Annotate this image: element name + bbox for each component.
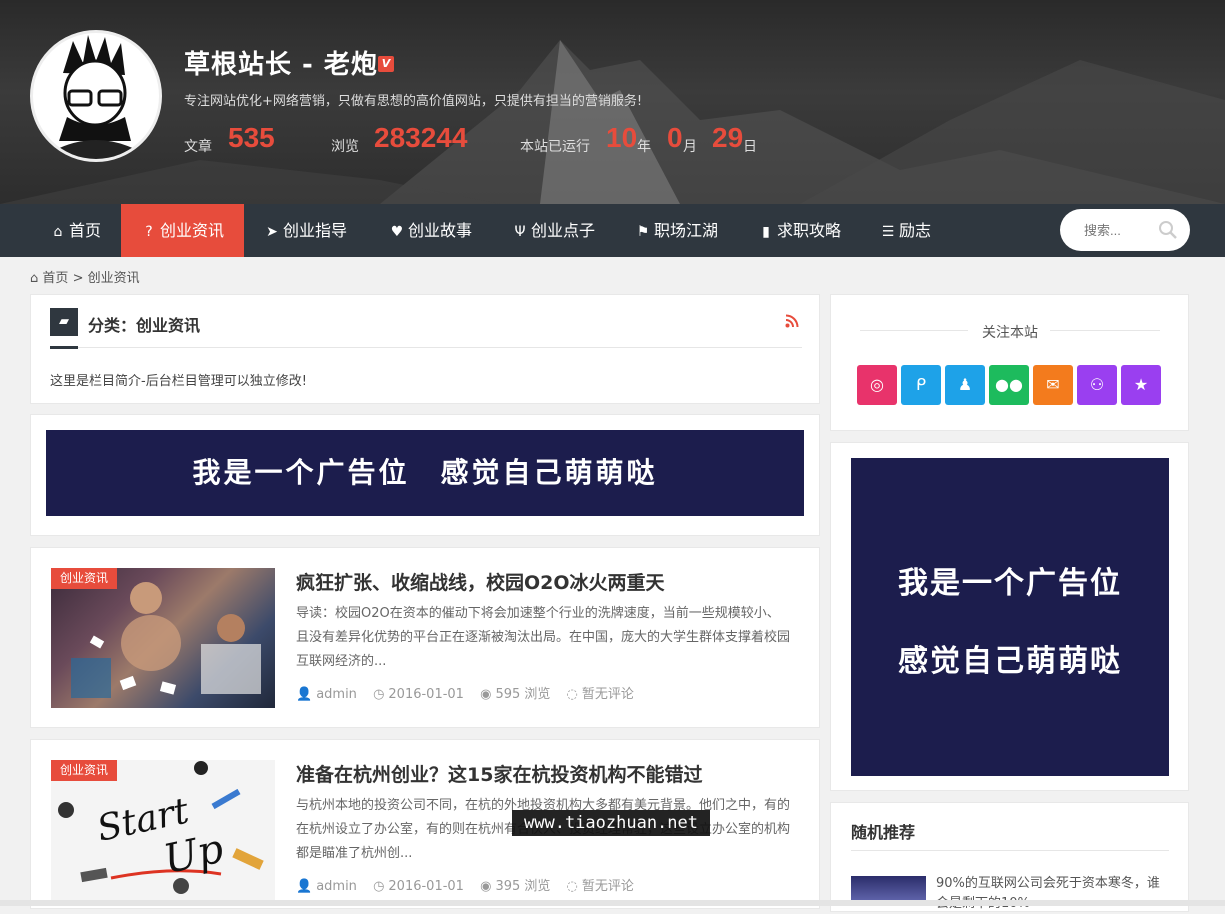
divider <box>851 850 1169 851</box>
clock-icon: ◷ <box>373 879 385 894</box>
category-description: 这里是栏目简介-后台栏目管理可以独立修改! <box>50 374 307 389</box>
file-icon: ▮ <box>762 224 770 240</box>
watermark: www.tiaozhuan.net <box>512 810 710 836</box>
nav-startup-news[interactable]: ? 创业资讯 <box>121 204 244 257</box>
site-header: 草根站长 - 老炮 V 专注网站优化+网络营销，只做有思想的高价值网站，只提供有… <box>0 0 1225 204</box>
post-meta: 👤 admin ◷ 2016-01-01 ◉ 395 浏览 ◌ 暂无评论 <box>296 875 646 894</box>
rss-icon[interactable] <box>785 314 799 328</box>
wechat-icon[interactable]: ●● <box>989 365 1029 405</box>
question-circle-icon: ? <box>145 224 153 240</box>
cutlery-icon: Ψ <box>514 224 526 240</box>
clock-icon: ◷ <box>373 687 385 702</box>
breadcrumb-current[interactable]: 创业资讯 <box>88 271 140 286</box>
eye-icon: ◉ <box>480 879 492 894</box>
home-icon: ⌂ <box>53 224 63 240</box>
uptime-label: 本站已运行 <box>520 139 590 155</box>
post-thumbnail[interactable]: Start Up 创业资讯 <box>51 760 275 900</box>
post-category-tag[interactable]: 创业资讯 <box>51 760 118 781</box>
comment-icon: ◌ <box>566 879 578 894</box>
nav-inspiration[interactable]: ☰ 励志 <box>860 204 951 257</box>
post-author[interactable]: admin <box>316 687 357 702</box>
email-icon[interactable]: ✉ <box>1033 365 1073 405</box>
post-title[interactable]: 疯狂扩张、收缩战线，校园O2O冰火两重天 <box>296 568 665 595</box>
follow-title: 关注本站 <box>982 325 1038 341</box>
side-ad-line-1: 我是一个广告位 <box>898 566 1122 601</box>
user-icon: 👤 <box>296 687 313 702</box>
group-icon[interactable]: ⚇ <box>1077 365 1117 405</box>
post-views: 595 浏览 <box>495 687 551 702</box>
follow-widget <box>830 294 1189 431</box>
articles-label: 文章 <box>184 139 212 155</box>
category-underline <box>50 346 78 349</box>
breadcrumb: ⌂ 首页 > 创业资讯 <box>30 271 140 286</box>
list-icon: ☰ <box>881 224 895 240</box>
site-description: 专注网站优化+网络营销，只做有思想的高价值网站，只提供有担当的营销服务! <box>184 94 643 109</box>
category-title: 分类：创业资讯 <box>88 316 201 335</box>
flag-icon: ⚑ <box>636 224 650 240</box>
uptime-months-unit: 月 <box>683 139 697 155</box>
qq-icon[interactable]: ♟ <box>945 365 985 405</box>
main-nav: ⌂ 首页 ? 创业资讯 ➤ 创业指导 ♥ 创业故事 Ψ 创业点子 ⚑ 职场江湖 ▮ 求职攻略 … <box>0 204 1225 257</box>
nav-startup-guide[interactable]: ➤ 创业指导 <box>244 204 367 257</box>
banner-ad[interactable]: 我是一个广告位 感觉自己萌萌哒 <box>46 430 804 516</box>
nav-workplace[interactable]: ⚑ 职场江湖 <box>615 204 738 257</box>
eye-icon: ◉ <box>480 687 492 702</box>
bottom-edge <box>0 900 1225 906</box>
random-title: 随机推荐 <box>851 823 916 842</box>
breadcrumb-home[interactable]: 首页 <box>42 271 68 286</box>
uptime-days: 29 <box>712 122 744 153</box>
uptime-days-unit: 日 <box>743 139 757 155</box>
views-count: 283244 <box>374 122 468 153</box>
avatar[interactable] <box>30 30 162 162</box>
nav-home[interactable]: ⌂ 首页 <box>30 204 121 257</box>
uptime-months: 0 <box>667 122 683 153</box>
post-comments[interactable]: 暂无评论 <box>582 879 634 894</box>
folder-open-icon: ▰ <box>50 308 78 336</box>
home-icon: ⌂ <box>30 271 39 286</box>
side-ad[interactable]: 我是一个广告位 感觉自己萌萌哒 <box>851 458 1169 776</box>
side-ad-line-2: 感觉自己萌萌哒 <box>898 644 1122 679</box>
site-title: 草根站长 - 老炮 <box>184 50 378 80</box>
post-excerpt: 导读：校园O2O在资本的催动下将会加速整个行业的洗牌速度，当前一些规模较小、且没… <box>296 606 791 669</box>
tencent-weibo-icon[interactable]: ᑭ <box>901 365 941 405</box>
post-title[interactable]: 准备在杭州创业？这15家在杭投资机构不能错过 <box>296 760 702 787</box>
articles-count: 535 <box>228 122 275 153</box>
comment-icon: ◌ <box>566 687 578 702</box>
star-icon[interactable]: ★ <box>1121 365 1161 405</box>
category-header: ▰ 分类：创业资讯 <box>50 308 802 349</box>
post-date: 2016-01-01 <box>388 687 464 702</box>
verified-badge: V <box>378 56 394 72</box>
user-icon: 👤 <box>296 879 313 894</box>
uptime-years: 10 <box>606 122 638 153</box>
search-input[interactable] <box>1084 220 1162 240</box>
views-label: 浏览 <box>331 139 359 155</box>
post-thumbnail[interactable]: 创业资讯 <box>51 568 275 708</box>
search-box <box>1060 209 1190 251</box>
weibo-icon[interactable]: ◎ <box>857 365 897 405</box>
nav-startup-stories[interactable]: ♥ 创业故事 <box>369 204 492 257</box>
post-views: 395 浏览 <box>495 879 551 894</box>
post-author[interactable]: admin <box>316 879 357 894</box>
nav-startup-ideas[interactable]: Ψ 创业点子 <box>492 204 615 257</box>
uptime-years-unit: 年 <box>637 139 651 155</box>
nav-job-tips[interactable]: ▮ 求职攻略 <box>738 204 861 257</box>
search-icon[interactable] <box>1158 220 1178 240</box>
post-category-tag[interactable]: 创业资讯 <box>51 568 118 589</box>
paper-plane-icon: ➤ <box>266 224 278 240</box>
heart-icon: ♥ <box>390 224 404 240</box>
post-comments[interactable]: 暂无评论 <box>582 687 634 702</box>
random-item-title[interactable]: 90%的互联网公司会死于资本寒冬，谁会是剩下的10% <box>936 874 1170 914</box>
post-meta: 👤 admin ◷ 2016-01-01 ◉ 595 浏览 ◌ 暂无评论 <box>296 683 646 702</box>
post-date: 2016-01-01 <box>388 879 464 894</box>
